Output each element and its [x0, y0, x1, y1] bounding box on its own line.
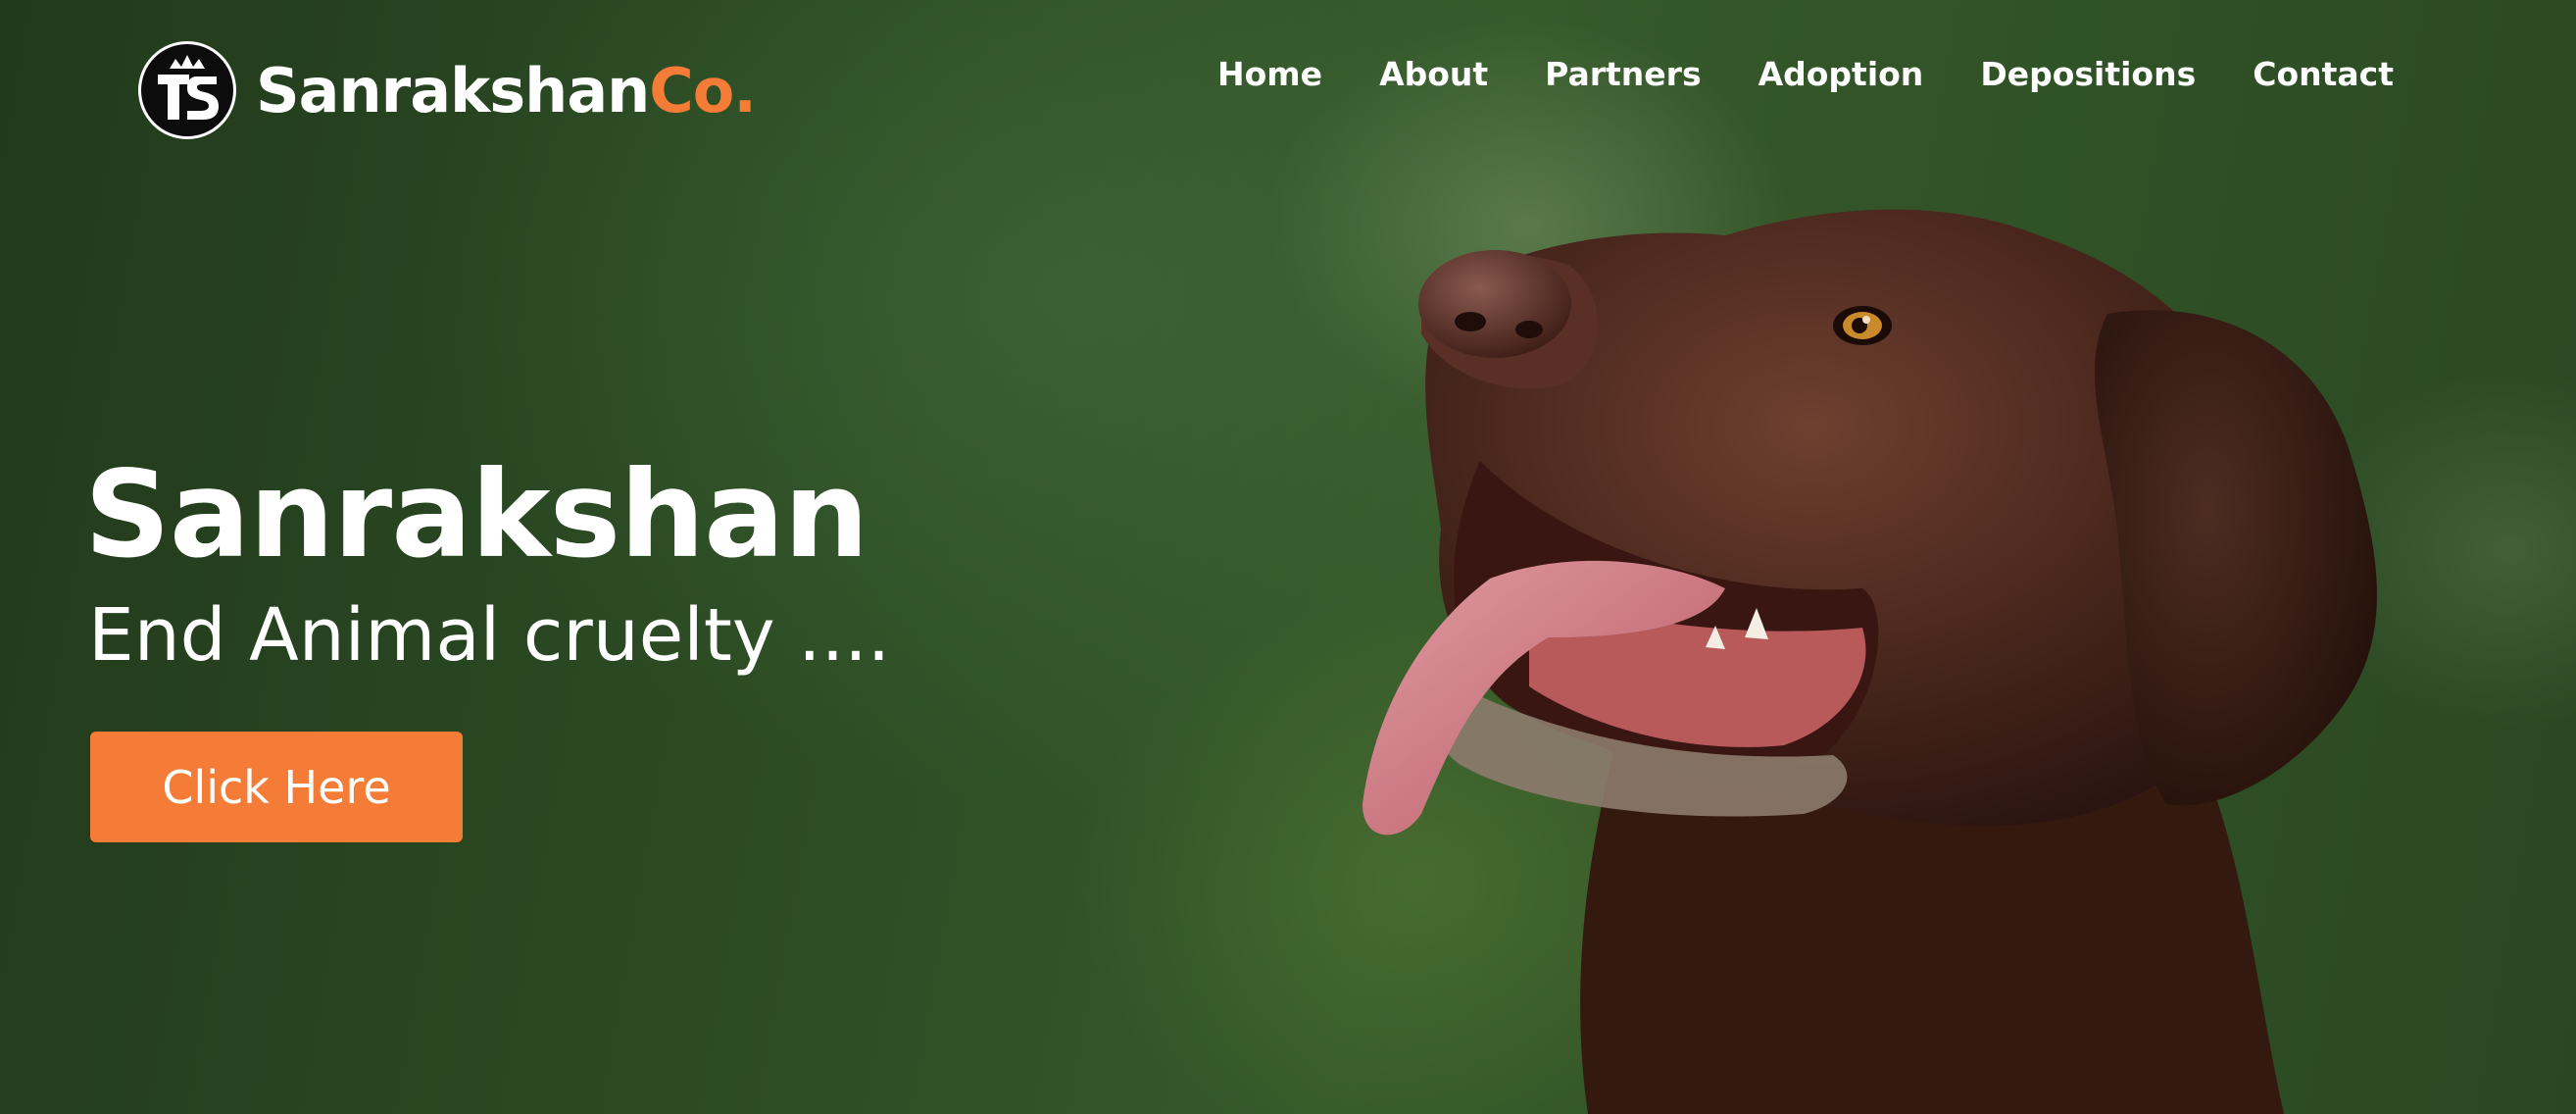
- click-here-button[interactable]: Click Here: [90, 732, 463, 842]
- main-nav: Home About Partners Adoption Depositions…: [1217, 55, 2394, 93]
- hero-title: Sanrakshan: [84, 445, 868, 584]
- brand-logo-link[interactable]: SanrakshanCo.: [138, 39, 757, 141]
- nav-item-depositions[interactable]: Depositions: [1980, 55, 2196, 93]
- nav-item-adoption[interactable]: Adoption: [1759, 55, 1924, 93]
- nav-item-contact[interactable]: Contact: [2253, 55, 2394, 93]
- nav-item-home[interactable]: Home: [1217, 55, 1322, 93]
- nav-item-about[interactable]: About: [1379, 55, 1488, 93]
- nav-item-partners[interactable]: Partners: [1545, 55, 1701, 93]
- brand-name: SanrakshanCo.: [256, 54, 757, 127]
- hero-section: SanrakshanCo. Home About Partners Adopti…: [0, 0, 2576, 1114]
- ts-crown-monogram-icon: [138, 41, 236, 139]
- brand-name-main: Sanrakshan: [256, 54, 650, 127]
- hero-tagline: End Animal cruelty ....: [88, 593, 891, 678]
- brand-name-accent: Co.: [649, 54, 757, 127]
